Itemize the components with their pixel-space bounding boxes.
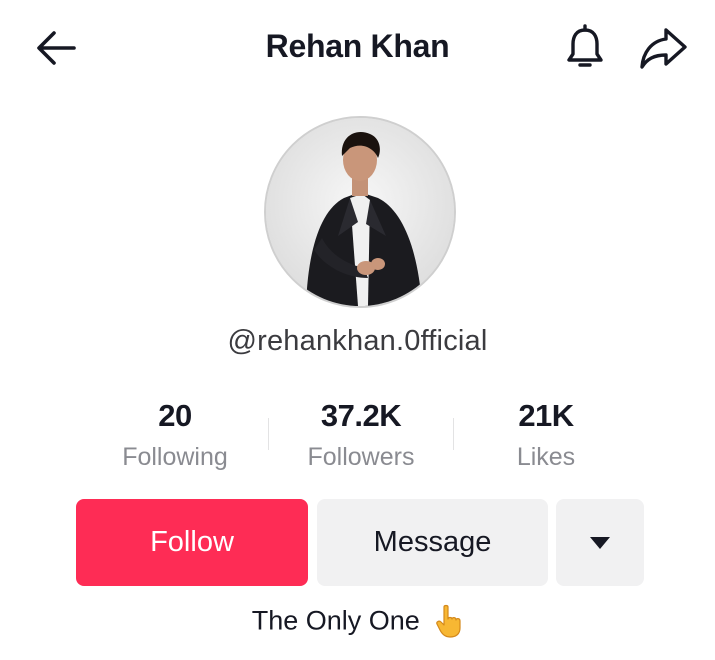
notification-bell-button[interactable] <box>559 22 611 74</box>
caret-down-icon <box>590 536 610 549</box>
pointing-up-hand-icon <box>436 604 461 638</box>
stat-likes[interactable]: 21K Likes <box>456 396 636 474</box>
message-button[interactable]: Message <box>317 499 548 586</box>
profile-photo <box>266 118 454 306</box>
stat-divider <box>453 418 454 450</box>
stat-following[interactable]: 20 Following <box>85 396 265 474</box>
likes-label: Likes <box>516 443 576 471</box>
avatar[interactable] <box>264 116 456 308</box>
likes-count: 21K <box>518 398 574 433</box>
bio: The Only One <box>0 604 715 638</box>
stat-followers[interactable]: 37.2K Followers <box>271 396 451 474</box>
follow-button[interactable]: Follow <box>76 499 308 586</box>
share-button[interactable] <box>636 24 690 72</box>
bio-text: The Only One <box>251 605 420 636</box>
following-count: 20 <box>158 398 192 433</box>
followers-label: Followers <box>307 443 415 471</box>
username-handle: @rehankhan.0fficial <box>227 325 488 357</box>
bell-icon <box>567 24 603 67</box>
stat-divider <box>268 418 269 450</box>
more-options-button[interactable] <box>556 499 644 586</box>
following-label: Following <box>122 443 228 471</box>
share-arrow-icon <box>640 28 687 69</box>
followers-count: 37.2K <box>320 398 402 433</box>
